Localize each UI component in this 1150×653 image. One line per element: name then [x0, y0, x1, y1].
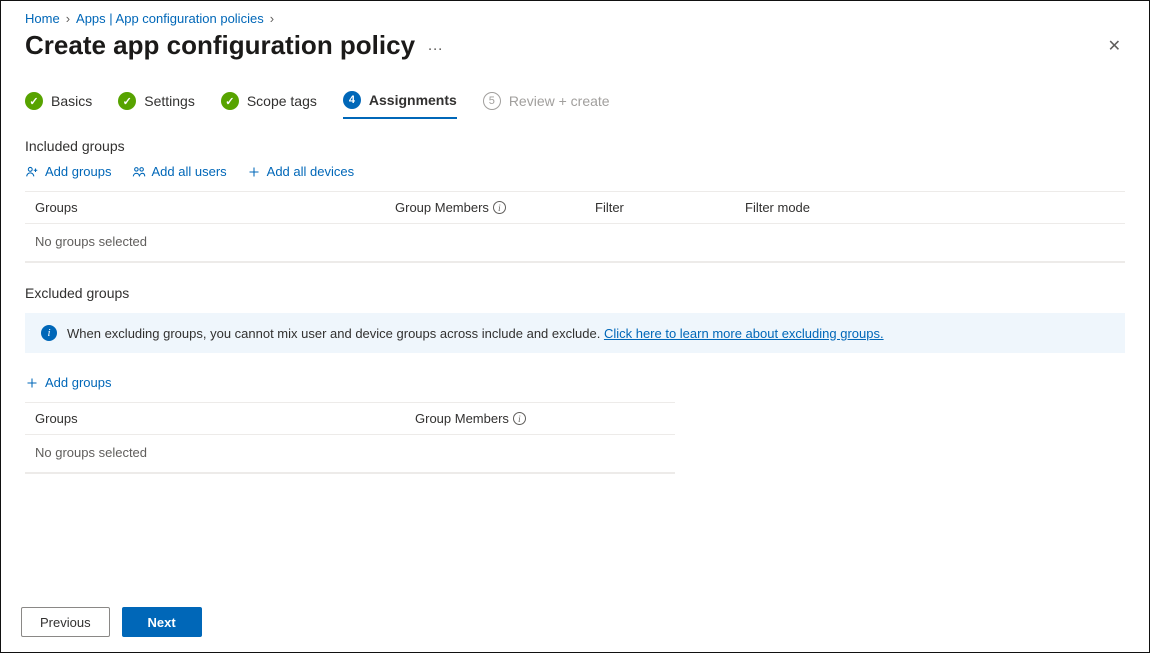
breadcrumb-home[interactable]: Home	[25, 11, 60, 26]
banner-text: When excluding groups, you cannot mix us…	[67, 326, 884, 341]
chevron-right-icon: ›	[270, 11, 274, 26]
add-groups-button[interactable]: Add groups	[25, 375, 112, 390]
people-icon	[132, 165, 146, 179]
step-label: Review + create	[509, 93, 610, 109]
step-review-create[interactable]: 5 Review + create	[483, 92, 610, 118]
included-groups-table: Groups Group Members i Filter Filter mod…	[25, 191, 1125, 263]
step-number-icon: 5	[483, 92, 501, 110]
table-header: Groups Group Members i Filter Filter mod…	[25, 191, 1125, 224]
column-filter: Filter	[595, 200, 745, 215]
wizard-steps: Basics Settings Scope tags 4 Assignments…	[25, 91, 1125, 120]
person-plus-icon	[25, 165, 39, 179]
previous-button[interactable]: Previous	[21, 607, 110, 637]
column-groups: Groups	[35, 200, 395, 215]
info-icon[interactable]: i	[513, 412, 526, 425]
close-icon[interactable]: ✕	[1104, 32, 1125, 60]
included-empty-row: No groups selected	[25, 224, 1125, 262]
column-group-members: Group Members i	[415, 411, 665, 426]
plus-icon	[247, 165, 261, 179]
excluded-groups-table: Groups Group Members i No groups selecte…	[25, 402, 675, 474]
add-all-devices-button[interactable]: Add all devices	[247, 164, 354, 179]
info-icon[interactable]: i	[493, 201, 506, 214]
wizard-footer: Previous Next	[1, 592, 1149, 652]
step-label: Basics	[51, 93, 92, 109]
included-toolbar: Add groups Add all users Add all devices	[25, 164, 1125, 179]
add-groups-button[interactable]: Add groups	[25, 164, 112, 179]
column-filter-mode: Filter mode	[745, 200, 1115, 215]
info-icon: i	[41, 325, 57, 341]
step-settings[interactable]: Settings	[118, 92, 195, 118]
check-icon	[221, 92, 239, 110]
add-all-users-button[interactable]: Add all users	[132, 164, 227, 179]
plus-icon	[25, 376, 39, 390]
excluded-groups-heading: Excluded groups	[25, 285, 1125, 301]
step-label: Settings	[144, 93, 195, 109]
step-assignments[interactable]: 4 Assignments	[343, 91, 457, 119]
excluded-info-banner: i When excluding groups, you cannot mix …	[25, 313, 1125, 353]
learn-more-link[interactable]: Click here to learn more about excluding…	[604, 326, 884, 341]
step-label: Assignments	[369, 92, 457, 108]
check-icon	[25, 92, 43, 110]
breadcrumb: Home › Apps | App configuration policies…	[25, 11, 1125, 26]
excluded-empty-row: No groups selected	[25, 435, 675, 473]
step-scope-tags[interactable]: Scope tags	[221, 92, 317, 118]
check-icon	[118, 92, 136, 110]
column-group-members: Group Members i	[395, 200, 595, 215]
table-header: Groups Group Members i	[25, 402, 675, 435]
more-actions-button[interactable]: …	[427, 38, 444, 54]
step-number-icon: 4	[343, 91, 361, 109]
chevron-right-icon: ›	[66, 11, 70, 26]
included-groups-heading: Included groups	[25, 138, 1125, 154]
excluded-toolbar: Add groups	[25, 375, 1125, 390]
next-button[interactable]: Next	[122, 607, 202, 637]
page-title: Create app configuration policy	[25, 30, 415, 61]
column-groups: Groups	[35, 411, 415, 426]
step-basics[interactable]: Basics	[25, 92, 92, 118]
step-label: Scope tags	[247, 93, 317, 109]
breadcrumb-apps-policies[interactable]: Apps | App configuration policies	[76, 11, 264, 26]
